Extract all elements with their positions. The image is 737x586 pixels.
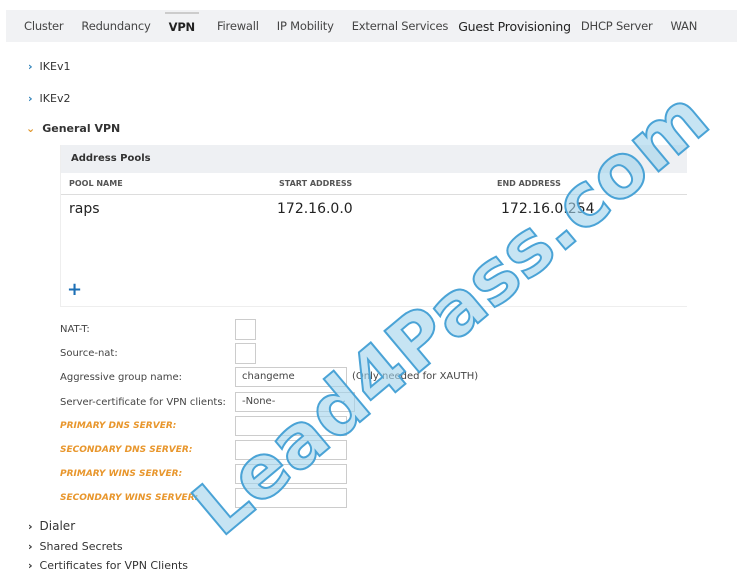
tab-ip-mobility[interactable]: IP Mobility (277, 19, 334, 33)
chevron-right-icon: › (28, 92, 33, 105)
chevron-right-icon: › (28, 559, 33, 572)
tab-bar: Cluster Redundancy VPN Firewall IP Mobil… (6, 10, 737, 42)
section-ikev2[interactable]: › IKEv2 (28, 92, 70, 105)
chevron-down-icon: ⌄ (338, 395, 347, 406)
tab-wan[interactable]: WAN (671, 19, 698, 33)
section-shared-secrets[interactable]: › Shared Secrets (28, 540, 123, 553)
chevron-right-icon: › (28, 519, 33, 533)
col-end-address: END ADDRESS (497, 179, 561, 188)
add-pool-button[interactable]: + (67, 279, 82, 300)
section-certificates[interactable]: › Certificates for VPN Clients (28, 559, 188, 572)
chevron-right-icon: › (28, 60, 33, 73)
secondary-dns-input[interactable] (235, 440, 347, 460)
tab-cluster[interactable]: Cluster (24, 19, 64, 33)
address-pools-table: Address Pools POOL NAME START ADDRESS EN… (60, 145, 687, 307)
tab-vpn[interactable]: VPN (164, 12, 199, 40)
col-pool-name: POOL NAME (69, 179, 123, 188)
pool-name: raps (69, 201, 100, 217)
xauth-hint: (Only needed for XAUTH) (352, 371, 479, 382)
address-pools-title: Address Pools (61, 145, 687, 173)
chevron-right-icon: › (28, 540, 33, 553)
tab-redundancy[interactable]: Redundancy (81, 19, 150, 33)
table-row[interactable]: raps 172.16.0.0 172.16.0.254 (61, 195, 687, 223)
primary-dns-label: PRIMARY DNS SERVER: (60, 421, 177, 431)
section-label: IKEv1 (39, 60, 71, 73)
nat-t-checkbox[interactable] (235, 319, 256, 340)
col-start-address: START ADDRESS (279, 179, 353, 188)
secondary-wins-input[interactable] (235, 488, 347, 508)
tab-guest-provisioning[interactable]: Guest Provisioning (458, 19, 571, 34)
server-cert-value: -None- (242, 396, 276, 407)
chevron-down-icon: ⌄ (26, 122, 36, 135)
server-cert-label: Server-certificate for VPN clients: (60, 397, 226, 408)
section-label: Certificates for VPN Clients (39, 559, 188, 572)
section-dialer[interactable]: › Dialer (28, 519, 75, 533)
server-cert-select[interactable]: -None- ⌄ (235, 392, 355, 412)
table-header: POOL NAME START ADDRESS END ADDRESS (61, 173, 687, 195)
aggressive-group-label: Aggressive group name: (60, 372, 182, 383)
end-address: 172.16.0.254 (501, 201, 595, 217)
secondary-wins-label: SECONDARY WINS SERVER: (60, 493, 199, 503)
section-label: IKEv2 (39, 92, 71, 105)
tab-dhcp-server[interactable]: DHCP Server (581, 19, 653, 33)
section-general-vpn[interactable]: ⌄ General VPN (26, 122, 120, 135)
section-label: Dialer (39, 519, 76, 533)
source-nat-checkbox[interactable] (235, 343, 256, 364)
nat-t-label: NAT-T: (60, 324, 90, 335)
source-nat-label: Source-nat: (60, 348, 118, 359)
section-label: Shared Secrets (39, 540, 123, 553)
tab-external-services[interactable]: External Services (352, 19, 449, 33)
start-address: 172.16.0.0 (277, 201, 353, 217)
primary-dns-input[interactable] (235, 416, 347, 436)
section-ikev1[interactable]: › IKEv1 (28, 60, 70, 73)
secondary-dns-label: SECONDARY DNS SERVER: (60, 445, 193, 455)
primary-wins-label: PRIMARY WINS SERVER: (60, 469, 183, 479)
tab-firewall[interactable]: Firewall (217, 19, 259, 33)
section-label: General VPN (42, 122, 121, 135)
primary-wins-input[interactable] (235, 464, 347, 484)
aggressive-group-input[interactable]: changeme (235, 367, 347, 387)
